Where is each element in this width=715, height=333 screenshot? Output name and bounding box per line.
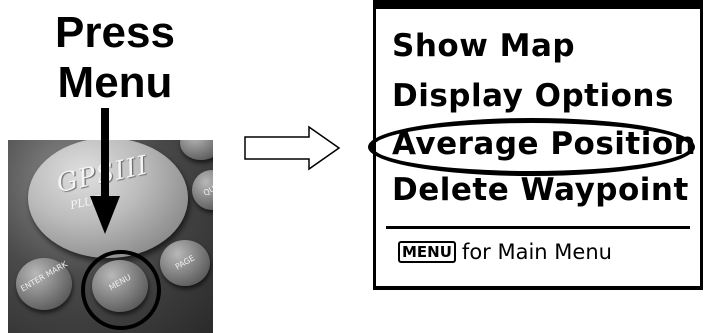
enter-button-label: ENTER MARK (19, 259, 69, 294)
caption-line-menu: Menu (57, 58, 173, 107)
menu-item-delete-waypoint[interactable]: Delete Waypoint (392, 172, 689, 208)
menu-button-highlight-ring (81, 250, 161, 330)
device-button-top[interactable] (180, 140, 213, 160)
highlight-oval (368, 118, 695, 176)
page-button[interactable]: PAGE (160, 240, 210, 286)
gps-screen: Show Map Display Options Average Positio… (368, 0, 703, 290)
menu-key-badge: MENU (398, 241, 456, 263)
screen-footer: MENU for Main Menu (398, 240, 612, 264)
right-arrow-icon (244, 125, 341, 171)
quit-button[interactable]: QU (192, 170, 213, 210)
down-arrow-icon (90, 108, 120, 234)
menu-item-display-options[interactable]: Display Options (392, 78, 674, 114)
instruction-caption: Press Menu (20, 8, 210, 108)
caption-line-press: Press (55, 8, 175, 57)
footer-text: for Main Menu (461, 240, 612, 264)
page-button-label: PAGE (173, 253, 197, 272)
menu-item-show-map[interactable]: Show Map (392, 28, 575, 64)
screen-top-bar (376, 0, 700, 9)
quit-button-label: QU (201, 184, 213, 198)
screen-divider (386, 226, 690, 229)
enter-mark-button[interactable]: ENTER MARK (16, 258, 72, 310)
